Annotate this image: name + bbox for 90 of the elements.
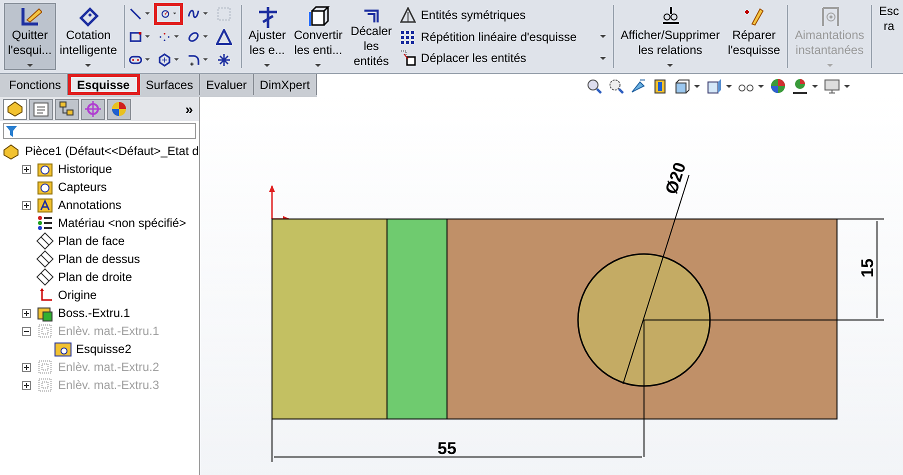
feature-tree-icon — [5, 99, 25, 119]
caret-icon — [85, 64, 92, 67]
caret-icon — [26, 64, 33, 67]
panel-tab[interactable] — [107, 98, 131, 120]
dimension-value[interactable]: Ø20 — [662, 160, 690, 197]
cut-extrude-icon — [36, 358, 54, 376]
scene-icon[interactable] — [792, 78, 808, 94]
plane-icon — [36, 250, 54, 268]
expand-toggle-icon[interactable] — [22, 164, 31, 174]
caret-icon — [202, 58, 208, 61]
tree-item[interactable]: Plan de droite — [58, 268, 132, 286]
color-ball-icon[interactable] — [770, 78, 786, 94]
caret-icon — [174, 35, 179, 38]
tree-item[interactable]: Plan de dessus — [58, 250, 140, 268]
ribbon-list-item[interactable]: Répétition linéaire d'esquisse — [400, 26, 606, 46]
crosshair-icon — [83, 99, 103, 119]
cube-icon[interactable] — [706, 78, 722, 94]
zoom-icon[interactable] — [586, 78, 602, 94]
caret-icon — [144, 12, 150, 15]
caret-icon — [202, 12, 208, 15]
caret-icon — [264, 64, 270, 67]
more-button[interactable]: » — [182, 98, 196, 120]
plane-icon — [36, 268, 54, 286]
ribbon-button[interactable]: Décaler les entités — [346, 3, 396, 70]
ribbon-button[interactable]: Ajuster les e... — [244, 3, 290, 70]
move-icon — [400, 50, 416, 66]
grid-icon — [400, 28, 416, 44]
ribbon-button[interactable]: Afficher/Supprimer les relations — [616, 3, 724, 70]
caret-icon — [172, 12, 176, 15]
tree-item[interactable]: Pièce1 (Défaut<<Défaut>_Etat d — [25, 142, 199, 160]
material-icon — [36, 214, 54, 232]
ribbon-button[interactable]: Réparer l'esquisse — [724, 3, 784, 70]
star-icon — [216, 52, 232, 68]
filter-field[interactable] — [3, 123, 196, 139]
view-icon[interactable] — [630, 78, 646, 94]
ribbon-button[interactable]: Convertir les enti... — [290, 3, 347, 70]
annotation-folder-icon — [36, 196, 54, 214]
filter-icon — [6, 126, 17, 136]
caret-icon — [726, 84, 732, 88]
tree-item[interactable]: Origine — [58, 286, 97, 304]
caret-icon — [600, 35, 606, 38]
monitor-icon[interactable] — [824, 78, 840, 94]
cut-extrude-icon — [36, 322, 54, 340]
tree-item[interactable]: Boss.-Extru.1 — [58, 304, 130, 322]
caret-icon — [144, 35, 150, 38]
tree-item[interactable]: Matériau <non spécifié> — [58, 214, 186, 232]
dimension-value[interactable]: 55 — [438, 439, 456, 458]
appearance-icon — [109, 99, 129, 119]
caret-icon — [174, 58, 179, 61]
ribbon-button[interactable]: Quitter l'esqui... — [4, 3, 56, 70]
expand-toggle-icon[interactable] — [22, 200, 31, 210]
ribbon-button[interactable]: Cotation intelligente — [56, 3, 122, 70]
caret-icon — [202, 35, 208, 38]
polygon-icon — [158, 52, 171, 68]
caret-icon — [812, 84, 818, 88]
ribbon-tab[interactable]: Esquisse — [68, 74, 140, 95]
dimension-value[interactable]: 15 — [858, 258, 877, 278]
ribbon-list-item[interactable]: Entités symétriques — [400, 5, 606, 25]
caret-icon — [694, 84, 700, 88]
caret-icon — [844, 84, 850, 88]
section-icon[interactable] — [652, 78, 668, 94]
sketch-icon — [54, 340, 72, 358]
caret-icon — [144, 58, 150, 61]
grid-icon — [216, 6, 232, 22]
expand-toggle-icon[interactable] — [22, 308, 31, 318]
ribbon-list-item[interactable]: Déplacer les entités — [400, 48, 606, 68]
caret-icon — [315, 64, 322, 67]
panel-tab[interactable] — [3, 98, 27, 120]
tree-item[interactable]: Annotations — [58, 196, 122, 214]
cube-icon — [306, 4, 330, 28]
sketch-tool[interactable] — [156, 52, 180, 68]
plane-icon — [36, 232, 54, 250]
panel-tab[interactable] — [55, 98, 79, 120]
sketch-circle[interactable] — [577, 253, 711, 387]
caret-icon — [826, 64, 833, 67]
tree-item[interactable]: Capteurs — [58, 178, 107, 196]
cut-extrude-icon — [36, 376, 54, 394]
panel-tab[interactable] — [29, 98, 53, 120]
sketch-tool[interactable] — [128, 6, 151, 22]
tree-item[interactable]: Historique — [58, 160, 112, 178]
part-icon — [3, 142, 21, 160]
ribbon-button[interactable]: Esc ra — [874, 3, 903, 70]
caret-icon — [667, 64, 674, 67]
triangle-icon — [400, 7, 416, 23]
cube-icon[interactable] — [674, 78, 690, 94]
line-icon — [128, 6, 142, 22]
zoom-icon[interactable] — [608, 78, 624, 94]
caret-icon — [600, 56, 606, 60]
caret-icon — [758, 84, 764, 88]
tree-item[interactable]: Plan de face — [58, 232, 125, 250]
